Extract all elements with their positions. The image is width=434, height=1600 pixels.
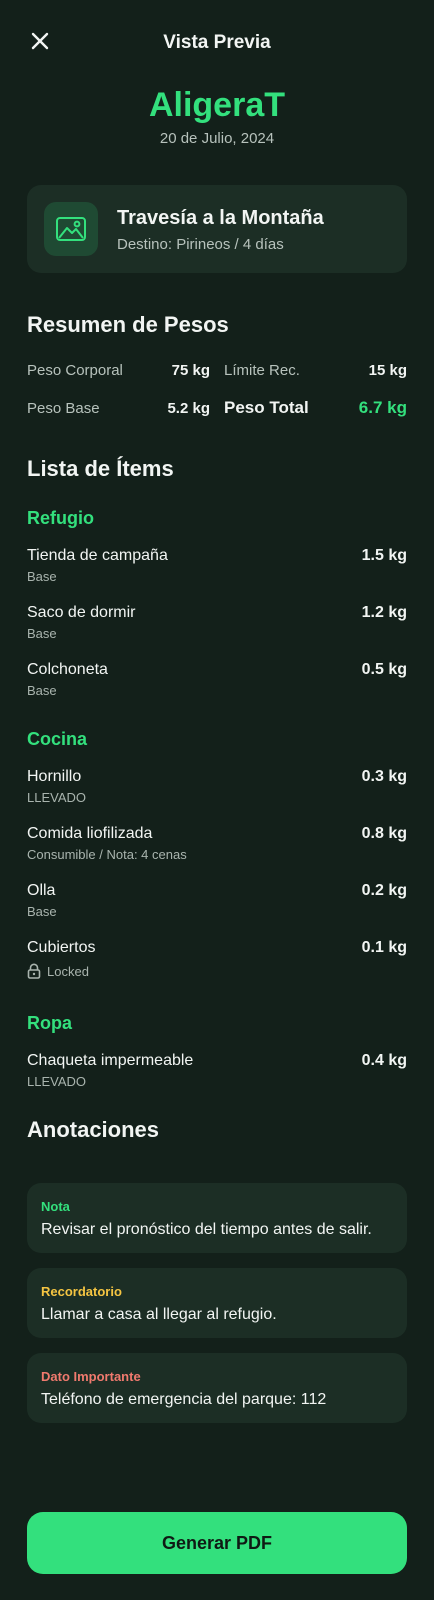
list-item[interactable]: Colchoneta 0.5 kg Base bbox=[27, 661, 407, 705]
item-subtitle: Base bbox=[27, 683, 57, 698]
trip-icon-tile bbox=[44, 202, 98, 256]
item-subtitle: Locked bbox=[27, 963, 89, 979]
reminder-text: Llamar a casa al llegar al refugio. bbox=[41, 1306, 277, 1323]
total-weight-label: Peso Total bbox=[224, 398, 309, 417]
weights-section-title: Resumen de Pesos bbox=[27, 312, 229, 337]
item-name: Comida liofilizada bbox=[27, 825, 153, 842]
item-subtitle: Consumible / Nota: 4 cenas bbox=[27, 847, 187, 862]
item-weight: 0.5 kg bbox=[361, 661, 407, 678]
item-subtitle: Base bbox=[27, 626, 57, 641]
item-weight: 0.2 kg bbox=[361, 882, 407, 899]
list-item[interactable]: Hornillo 0.3 kg LLEVADO bbox=[27, 768, 407, 812]
generate-pdf-button[interactable]: Generar PDF bbox=[27, 1512, 407, 1574]
list-item[interactable]: Olla 0.2 kg Base bbox=[27, 882, 407, 926]
important-label: Dato Importante bbox=[41, 1369, 141, 1384]
item-name: Colchoneta bbox=[27, 661, 108, 678]
app-date: 20 de Julio, 2024 bbox=[159, 130, 275, 147]
list-item[interactable]: Comida liofilizada 0.8 kg Consumible / N… bbox=[27, 825, 407, 869]
item-name: Cubiertos bbox=[27, 939, 96, 956]
item-subtitle: LLEVADO bbox=[27, 790, 87, 805]
list-item[interactable]: Tienda de campaña 1.5 kg Base bbox=[27, 547, 407, 591]
item-name: Saco de dormir bbox=[27, 604, 136, 621]
limit-label: Límite Rec. bbox=[224, 362, 300, 379]
list-item[interactable]: Chaqueta impermeable 0.4 kg LLEVADO bbox=[27, 1052, 407, 1096]
body-weight-value: 75 kg bbox=[171, 362, 210, 379]
important-text: Teléfono de emergencia del parque: 112 bbox=[41, 1391, 327, 1408]
category-title: Refugio bbox=[27, 508, 94, 528]
note-label: Nota bbox=[41, 1199, 70, 1214]
page-title: Vista Previa bbox=[163, 32, 271, 53]
mountain-icon bbox=[56, 217, 86, 241]
item-weight: 0.4 kg bbox=[361, 1052, 407, 1069]
base-weight-label: Peso Base bbox=[27, 400, 100, 417]
total-weight-value: 6.7 kg bbox=[358, 398, 407, 417]
reminder-card: Recordatorio Llamar a casa al llegar al … bbox=[27, 1268, 407, 1338]
category-title: Cocina bbox=[27, 729, 88, 749]
annotations-section-title: Anotaciones bbox=[27, 1117, 160, 1142]
note-card: Nota Revisar el pronóstico del tiempo an… bbox=[27, 1183, 407, 1253]
trip-card: Travesía a la Montaña Destino: Pirineos … bbox=[27, 185, 407, 273]
body-weight-label: Peso Corporal bbox=[27, 362, 123, 379]
item-weight: 1.5 kg bbox=[361, 547, 407, 564]
trip-title: Travesía a la Montaña bbox=[117, 207, 324, 229]
item-weight: 0.8 kg bbox=[361, 825, 407, 842]
base-weight-value: 5.2 kg bbox=[167, 400, 210, 417]
item-subtitle: Base bbox=[27, 569, 57, 584]
item-weight: 0.1 kg bbox=[361, 939, 407, 956]
item-subtitle: Base bbox=[27, 904, 57, 919]
items-section-title: Lista de Ítems bbox=[27, 456, 174, 481]
item-name: Tienda de campaña bbox=[27, 547, 168, 564]
reminder-label: Recordatorio bbox=[41, 1284, 122, 1299]
item-weight: 1.2 kg bbox=[361, 604, 407, 621]
limit-value: 15 kg bbox=[368, 362, 407, 379]
top-bar: Vista Previa bbox=[0, 22, 434, 62]
app-name: AligeraT bbox=[148, 86, 286, 124]
trip-subtitle: Destino: Pirineos / 4 días bbox=[117, 236, 284, 253]
item-weight: 0.3 kg bbox=[361, 768, 407, 785]
item-name: Olla bbox=[27, 882, 56, 899]
item-subtitle: LLEVADO bbox=[27, 1074, 87, 1089]
item-name: Chaqueta impermeable bbox=[27, 1052, 194, 1069]
category-title: Ropa bbox=[27, 1013, 72, 1033]
important-card: Dato Importante Teléfono de emergencia d… bbox=[27, 1353, 407, 1423]
item-status-text: Locked bbox=[47, 963, 89, 979]
list-item[interactable]: Saco de dormir 1.2 kg Base bbox=[27, 604, 407, 648]
list-item[interactable]: Cubiertos 0.1 kg Locked bbox=[27, 939, 407, 985]
note-text: Revisar el pronóstico del tiempo antes d… bbox=[41, 1221, 372, 1238]
item-name: Hornillo bbox=[27, 768, 82, 785]
lock-icon bbox=[27, 963, 41, 979]
